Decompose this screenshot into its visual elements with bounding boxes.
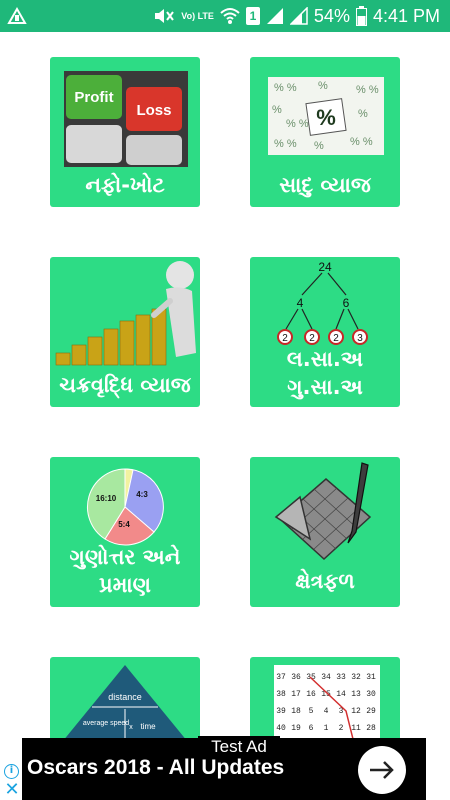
spiral-number: 28	[366, 724, 376, 733]
svg-text:% %: % %	[274, 138, 297, 150]
tree-node: 4	[297, 296, 304, 310]
spiral-number: 36	[291, 673, 301, 682]
spiral-number: 14	[336, 690, 346, 699]
ad-close-icon[interactable]: ✕	[4, 781, 20, 799]
ad-test-tag: Test Ad	[198, 736, 280, 758]
tile-label: સાદુ વ્યાજ	[279, 173, 371, 197]
profit-key-text: Profit	[74, 89, 113, 106]
svg-text:% %: % %	[350, 136, 373, 148]
prime-node: 3	[357, 333, 363, 344]
percent-symbol: %	[316, 105, 336, 130]
tile-label-line1: ગુણોત્તર અને	[69, 545, 181, 569]
prime-node: 2	[333, 333, 339, 344]
tile-compound-interest[interactable]: ચક્રવૃદ્ધિ વ્યાજ	[50, 257, 200, 407]
ad-info-icon[interactable]: i	[4, 764, 19, 779]
tile-label-line1: લ.સા.અ	[286, 347, 364, 371]
svg-text:%: %	[314, 140, 324, 152]
spiral-number: 11	[351, 724, 361, 733]
spiral-number: 37	[276, 673, 286, 682]
tile-simple-interest[interactable]: % %%% % %% %% % %%% % % સાદુ વ્યાજ	[250, 57, 400, 207]
signal-icon	[266, 7, 284, 25]
tile-ratio-proportion[interactable]: 4:3 16:10 5:4 ગુણોત્તર અને પ્રમાણ	[50, 457, 200, 607]
spiral-number: 38	[276, 690, 286, 699]
status-icons: Vo) LTE 1 54% 4:41 PM	[153, 0, 440, 32]
tile-label: ચક્રવૃદ્ધિ વ્યાજ	[59, 373, 191, 397]
ad-arrow-button[interactable]	[358, 746, 406, 794]
svg-text:% %: % %	[286, 118, 309, 130]
spiral-number: 16	[306, 690, 316, 699]
tile-label: ક્ષેત્રફળ	[295, 569, 355, 593]
ad-banner[interactable]: Test Ad Oscars 2018 - All Updates	[22, 736, 426, 800]
spiral-number: 17	[291, 690, 301, 699]
spiral-number: 30	[366, 690, 376, 699]
spiral-number: 1	[324, 724, 329, 733]
spiral-number: 34	[321, 673, 331, 682]
wifi-icon	[220, 7, 240, 25]
svg-text:%: %	[358, 108, 368, 120]
arrow-right-icon	[370, 761, 394, 779]
tile-profit-loss[interactable]: Profit Loss નફો-ખોટ	[50, 57, 200, 207]
spiral-number: 2	[339, 724, 344, 733]
loss-key-text: Loss	[136, 102, 171, 119]
battery-icon	[355, 6, 367, 26]
pie-label: 4:3	[136, 490, 148, 499]
battery-percent: 54%	[313, 5, 350, 26]
spiral-number: 18	[291, 707, 301, 716]
triangle-label: time	[140, 722, 156, 731]
spiral-number: 13	[351, 690, 361, 699]
spiral-number: 40	[276, 724, 286, 733]
sim-icon: 1	[245, 7, 260, 25]
ad-side-panel: i ✕	[0, 738, 22, 800]
svg-text:%: %	[272, 104, 282, 116]
mute-icon	[153, 6, 175, 26]
clock: 4:41 PM	[372, 5, 440, 26]
spiral-number: 6	[309, 724, 314, 733]
spiral-number: 33	[336, 673, 346, 682]
ad-title[interactable]: Oscars 2018 - All Updates	[27, 755, 284, 781]
pie-label: 5:4	[118, 520, 130, 529]
spiral-number: 19	[291, 724, 301, 733]
pie-label: 16:10	[96, 494, 117, 503]
svg-text:%: %	[318, 80, 328, 92]
spiral-number: 31	[366, 673, 376, 682]
tile-lcm-hcf[interactable]: 24 4 6 2 2 2 3 લ.સા.અ ગુ.સા.અ	[250, 257, 400, 407]
spiral-number: 4	[324, 707, 329, 716]
triangle-label: x	[129, 724, 133, 731]
spiral-number: 5	[309, 707, 314, 716]
tile-label: નફો-ખોટ	[85, 173, 165, 197]
spiral-number: 12	[351, 707, 361, 716]
tile-area[interactable]: ક્ષેત્રફળ	[250, 457, 400, 607]
signal-icon	[289, 7, 308, 25]
spiral-number: 39	[276, 707, 286, 716]
tree-node: 6	[343, 296, 350, 310]
status-bar: Vo) LTE 1 54% 4:41 PM	[0, 0, 450, 32]
triangle-label: distance	[108, 692, 142, 702]
spiral-number: 29	[366, 707, 376, 716]
volte-icon: Vo) LTE	[181, 10, 214, 21]
svg-text:% %: % %	[356, 84, 379, 96]
svg-text:% %: % %	[274, 82, 297, 94]
tree-node: 24	[318, 260, 332, 274]
prime-node: 2	[309, 333, 315, 344]
tile-label-line2: ગુ.સા.અ	[287, 375, 363, 399]
notification-icon	[6, 5, 28, 27]
tile-label-line2: પ્રમાણ	[99, 573, 151, 597]
topic-grid: Profit Loss નફો-ખોટ % %%% % %% %% % %%% …	[0, 32, 450, 800]
spiral-number: 32	[351, 673, 361, 682]
triangle-label: average speed	[83, 720, 129, 727]
prime-node: 2	[282, 333, 288, 344]
